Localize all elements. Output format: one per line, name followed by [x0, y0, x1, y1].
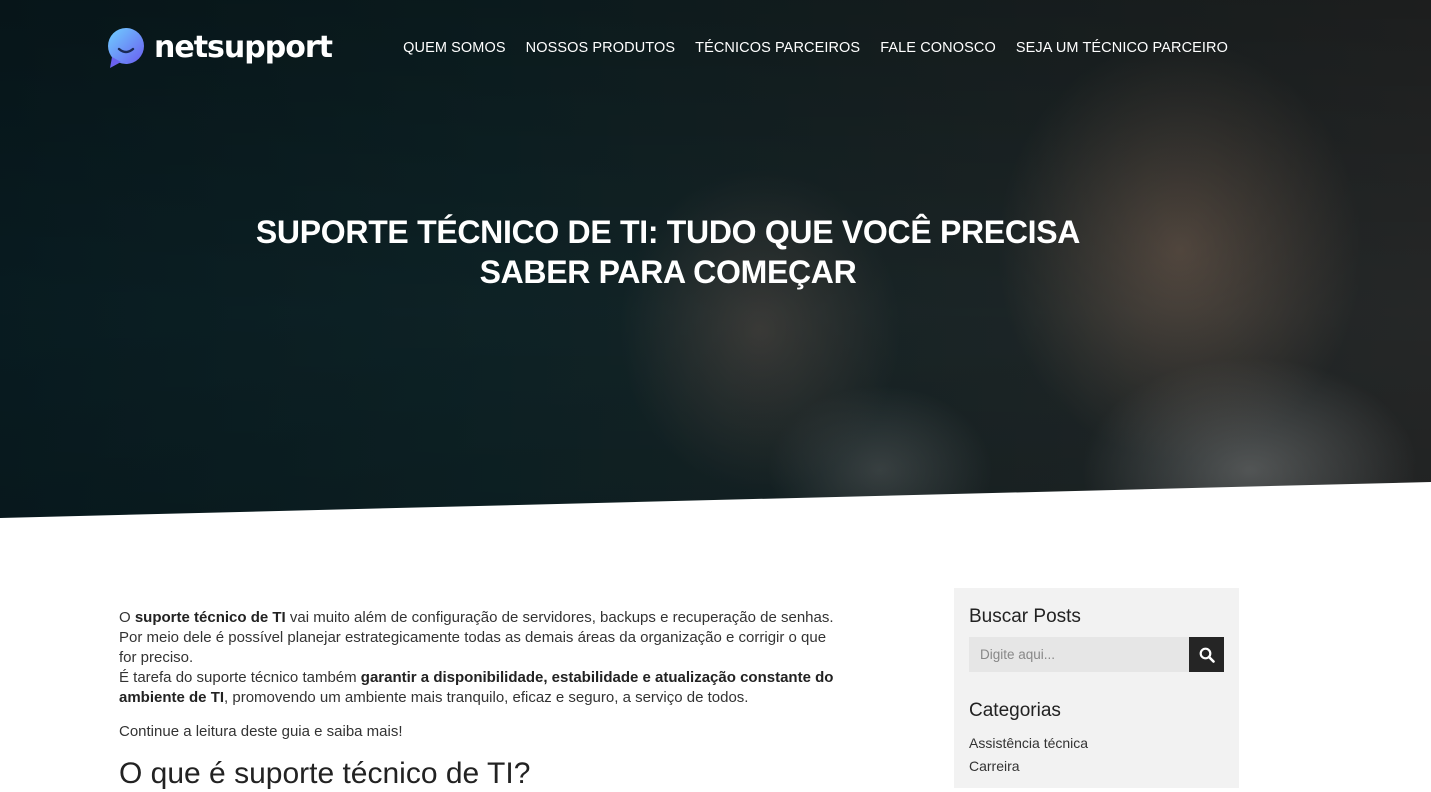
intro-text-prefix: O: [119, 609, 135, 626]
main-nav: QUEM SOMOS NOSSOS PRODUTOS TÉCNICOS PARC…: [403, 38, 1228, 58]
nav-item-nossos-produtos[interactable]: NOSSOS PRODUTOS: [526, 38, 675, 58]
logo-chat-bubble-icon: [108, 28, 144, 68]
intro-bold-term: suporte técnico de TI: [134, 609, 286, 626]
intro-text-2-suffix: , promovendo um ambiente mais tranquilo,…: [224, 689, 749, 706]
list-item: Carreira: [969, 755, 1088, 778]
nav-item-quem-somos[interactable]: QUEM SOMOS: [403, 38, 506, 58]
nav-item-fale-conosco[interactable]: FALE CONOSCO: [880, 38, 996, 58]
nav-item-seja-parceiro[interactable]: SEJA UM TÉCNICO PARCEIRO: [1016, 38, 1228, 58]
logo[interactable]: netsupport: [106, 27, 333, 69]
intro-paragraph: O suporte técnico de TI vai muito além d…: [119, 608, 844, 708]
intro-text-2-prefix: É tarefa do suporte técnico também: [119, 669, 361, 686]
search-button[interactable]: [1189, 637, 1224, 672]
list-item: Assistência técnica: [969, 732, 1088, 755]
page-title-line-1: SUPORTE TÉCNICO DE TI: TUDO QUE VOCÊ PRE…: [255, 214, 1081, 250]
article-body: O suporte técnico de TI vai muito além d…: [119, 608, 844, 792]
categories-widget-title: Categorias: [969, 700, 1061, 721]
search-input[interactable]: [969, 637, 1189, 672]
hero-diagonal-cut: [0, 482, 1431, 530]
page-title-line-2: SABER PARA COMEÇAR: [479, 254, 857, 290]
search-widget-title: Buscar Posts: [969, 606, 1081, 627]
logo-text: netsupport: [154, 30, 333, 65]
sidebar: Buscar Posts Categorias Assistência técn…: [954, 588, 1239, 788]
category-link-assistencia-tecnica[interactable]: Assistência técnica: [969, 735, 1088, 751]
page-title: SUPORTE TÉCNICO DE TI: TUDO QUE VOCÊ PRE…: [0, 212, 1336, 292]
section-heading: O que é suporte técnico de TI?: [119, 757, 531, 790]
nav-item-tecnicos-parceiros[interactable]: TÉCNICOS PARCEIROS: [695, 38, 860, 58]
continue-paragraph: Continue a leitura deste guia e saiba ma…: [119, 723, 403, 740]
search-icon: [1199, 647, 1215, 663]
search-form: [969, 637, 1224, 672]
category-list: Assistência técnica Carreira: [969, 732, 1088, 778]
